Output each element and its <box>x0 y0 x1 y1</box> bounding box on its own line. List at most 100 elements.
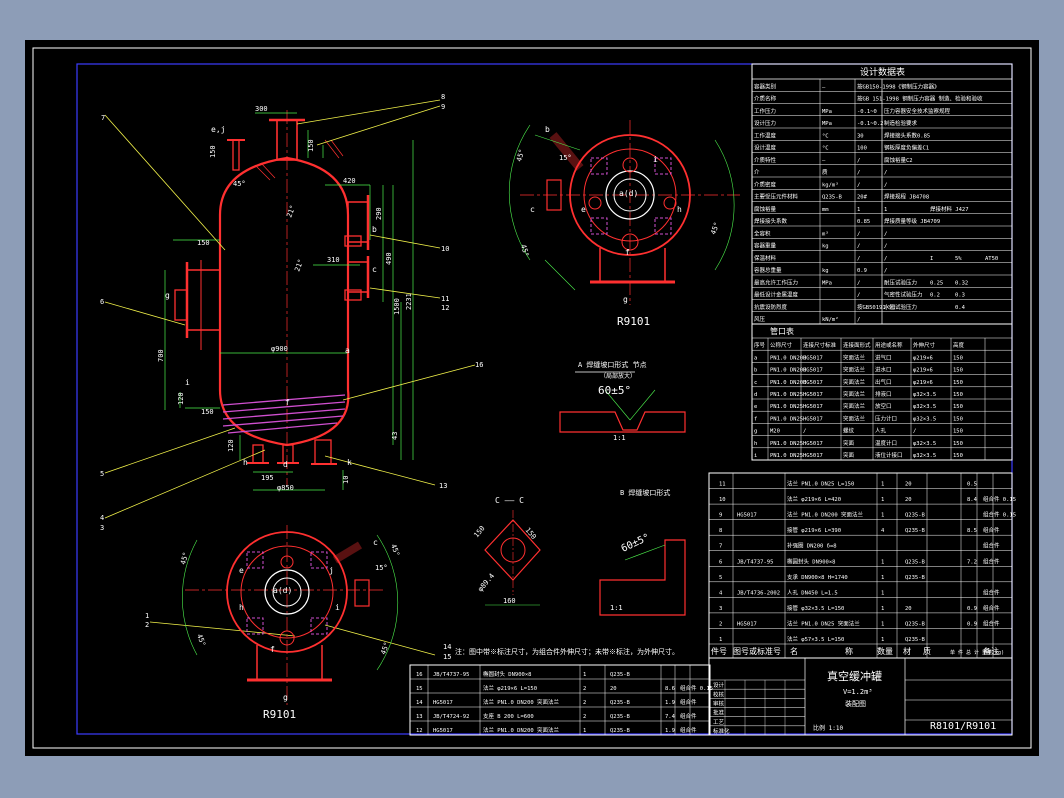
parts-upper-cell: 法兰 PN1.0 DN25 突面法兰 <box>787 619 860 627</box>
nozzle-table-title: 管口表 <box>770 326 794 336</box>
design-cell: 工作压力 <box>754 107 776 115</box>
parts-upper-cell: Q235-B <box>905 559 926 565</box>
design-cell: 腐蚀裕量C2 <box>884 156 913 164</box>
callout-12: 12 <box>441 304 449 312</box>
parts-upper-cell: 补强圈 DN200 δ=8 <box>787 542 837 550</box>
parts-lower-cell: 13 <box>416 714 423 720</box>
parts-upper-cell: 组合件 0.15 <box>983 495 1016 503</box>
design-cell: 介质密度 <box>754 180 777 188</box>
design-cell: 100 <box>857 146 867 152</box>
parts-upper-cell: 人孔 DN450 L=1.5 <box>787 588 838 596</box>
nozzle-cell: 150 <box>953 429 963 435</box>
parts-upper-cell: Q235-B <box>905 637 926 643</box>
design-cell: 0.85 <box>857 219 870 225</box>
letter-h: h <box>243 458 248 467</box>
parts-upper-cell: 3 <box>719 606 722 612</box>
nozzle-cell: 150 <box>953 355 963 361</box>
parts-lower-cell: 法兰 PN1.0 DN200 突面法兰 <box>483 726 560 734</box>
design-cell: 容器重量 <box>754 242 777 250</box>
parts-upper-cell: JB/T4737-95 <box>737 559 773 565</box>
weld-detail-a: A 焊缝坡口形式 节点 （局部放大） 60±5° 1:1 <box>559 360 686 442</box>
bottom-letter-g: g <box>283 693 288 702</box>
design-cell: 0.3 <box>955 293 965 299</box>
design-cell: 腐蚀裕量 <box>754 205 777 213</box>
top-letter-h: h <box>677 205 682 214</box>
bottom-letter-c: c <box>373 538 378 547</box>
nozzle-cell: c <box>754 380 757 386</box>
parts-lower-cell: Q235-B <box>610 700 631 706</box>
nozzle-cell: f <box>754 416 757 422</box>
dim-900: φ900 <box>271 345 288 353</box>
front-dimension-texts: 300 150 150 420 290 310 490 1500 2231 15… <box>157 105 413 492</box>
nozzle-header: 序号 <box>754 341 766 349</box>
nozzle-cell: PN1.0 DN25 <box>770 392 803 398</box>
parts-upper-cell: 1 <box>881 606 884 612</box>
section-c-dim-4: φ89.4 <box>476 572 496 593</box>
design-cell: 抗震设防烈度 <box>754 303 788 311</box>
top-view-labels: b c e a(d) h f g i 45° 45° 15° 45° R9101 <box>515 125 721 328</box>
parts-upper-cell: 5 <box>719 575 722 581</box>
bottom-view <box>182 525 399 705</box>
nozzle-cell: 放空口 <box>875 402 892 410</box>
title-row-label: 校核 <box>713 690 725 698</box>
parts-upper-cell: 2 <box>719 621 722 627</box>
letter-c: c <box>372 265 377 274</box>
top-angle-4: 45° <box>709 221 721 236</box>
parts-upper-cell: 4 <box>881 528 885 534</box>
design-cell: 5% <box>955 256 962 262</box>
design-cell: m³ <box>822 230 829 237</box>
design-cell: 气密性试验压力 <box>884 291 923 299</box>
callout-3: 3 <box>100 524 104 532</box>
design-cell: 焊接规程 JB4708 <box>884 193 929 201</box>
design-cell: / <box>857 158 860 164</box>
parts-upper-cell: 4 <box>719 590 723 596</box>
parts-list-lower: 注：图中带※标注尺寸，为组合件外伸尺寸；未带※标注，为外伸尺寸。 16 JB/T4… <box>409 647 713 736</box>
title-row-label: 工艺 <box>713 719 725 726</box>
nozzle-cell: HG5017 <box>803 453 823 459</box>
nozzle-cell: HG5017 <box>803 380 823 386</box>
dim-150c: 150 <box>197 239 210 247</box>
design-cell: mm <box>822 207 829 213</box>
title-sub1: V=1.2m³ <box>843 688 873 696</box>
design-cell: — <box>822 84 826 90</box>
design-cell: I <box>930 256 933 262</box>
parts-upper-cell: 7 <box>719 544 722 550</box>
title-row-label: 批准 <box>713 709 725 717</box>
design-cell: 介质名称 <box>754 95 777 103</box>
section-c-dim-3: 160 <box>503 597 516 605</box>
dim-150b: 150 <box>307 139 315 152</box>
nozzle-cell: / <box>803 429 806 435</box>
parts-upper-cell: HG5017 <box>737 513 757 519</box>
design-cell: / <box>884 182 887 188</box>
bottom-letter-j: j <box>329 566 334 575</box>
callout-11: 11 <box>441 295 449 303</box>
top-view <box>508 120 740 305</box>
nozzle-cell: 排液口 <box>875 390 892 398</box>
parts-upper-cell: 1 <box>881 513 884 519</box>
heating-coil <box>222 394 346 434</box>
title-row-label: 标准化 <box>713 727 730 735</box>
parts-upper-cell: 9 <box>719 513 722 519</box>
section-c-dim-1: 150 <box>472 524 486 539</box>
parts-upper-cell: 法兰 φ57×3.5 L=150 <box>787 635 844 643</box>
bottom-letter-e: e <box>239 566 244 575</box>
design-cell: 保温材料 <box>754 254 777 262</box>
section-c-dim-2: 150 <box>523 526 537 541</box>
nozzle-cell: 进水口 <box>875 366 892 374</box>
design-cell: MPa <box>822 121 832 127</box>
parts-upper-cell: 10 <box>719 497 726 503</box>
parts-upper-cell: 1 <box>881 575 884 581</box>
design-cell: 质 <box>822 168 828 176</box>
design-cell: 制造检验要求 <box>884 119 918 127</box>
design-cell: 最低设计金属温度 <box>754 291 799 299</box>
dim-150a: 150 <box>209 145 217 158</box>
nozzle-cell: 150 <box>953 404 963 410</box>
parts-upper-cell: 20 <box>905 606 912 612</box>
nozzle-header: 连接面形式 <box>843 341 871 349</box>
weld-a-sub: （局部放大） <box>600 372 636 380</box>
nozzle-cell: M20 <box>770 429 780 435</box>
parts-upper-cell: Q235-B <box>905 528 926 534</box>
parts-lower-rows: 16 JB/T4737-95 椭圆封头 DN900×8 1 Q235-B 15 法兰 φ21… <box>410 665 713 736</box>
design-cell: 按GB 151-1998 钢制压力容器 制造、检验和验收 <box>857 95 983 103</box>
design-cell: 主要受压元件材料 <box>754 193 799 201</box>
